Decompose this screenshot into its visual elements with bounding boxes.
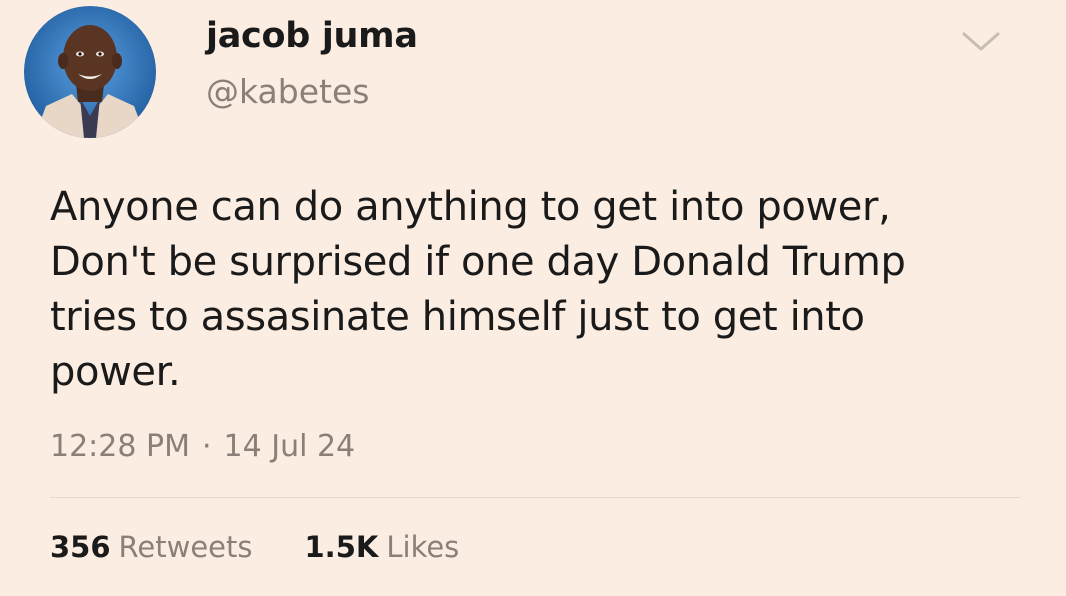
avatar-image <box>24 6 156 138</box>
tweet-timestamp[interactable]: 12:28 PM · 14 Jul 24 <box>50 429 355 464</box>
avatar[interactable] <box>24 6 156 138</box>
tweet-card: jacob juma @kabetes Anyone can do anythi… <box>0 0 1066 596</box>
tweet-text: Anyone can do anything to get into power… <box>50 184 906 395</box>
divider <box>50 497 1020 498</box>
tweet-time: 12:28 PM <box>50 429 190 464</box>
tweet-date: 14 Jul 24 <box>223 429 356 464</box>
likes-label: Likes <box>386 530 460 564</box>
user-handle[interactable]: @kabetes <box>206 72 369 111</box>
likes-count: 1.5K <box>304 530 379 564</box>
retweets-count: 356 <box>50 530 111 564</box>
chevron-down-icon[interactable] <box>958 26 1004 56</box>
retweets-label: Retweets <box>118 530 253 564</box>
display-name[interactable]: jacob juma <box>206 16 418 56</box>
likes-stat[interactable]: 1.5K Likes <box>305 530 460 564</box>
retweets-stat[interactable]: 356 Retweets <box>50 530 253 564</box>
separator-dot: · <box>201 429 212 464</box>
tweet-stats: 356 Retweets 1.5K Likes <box>50 530 511 564</box>
